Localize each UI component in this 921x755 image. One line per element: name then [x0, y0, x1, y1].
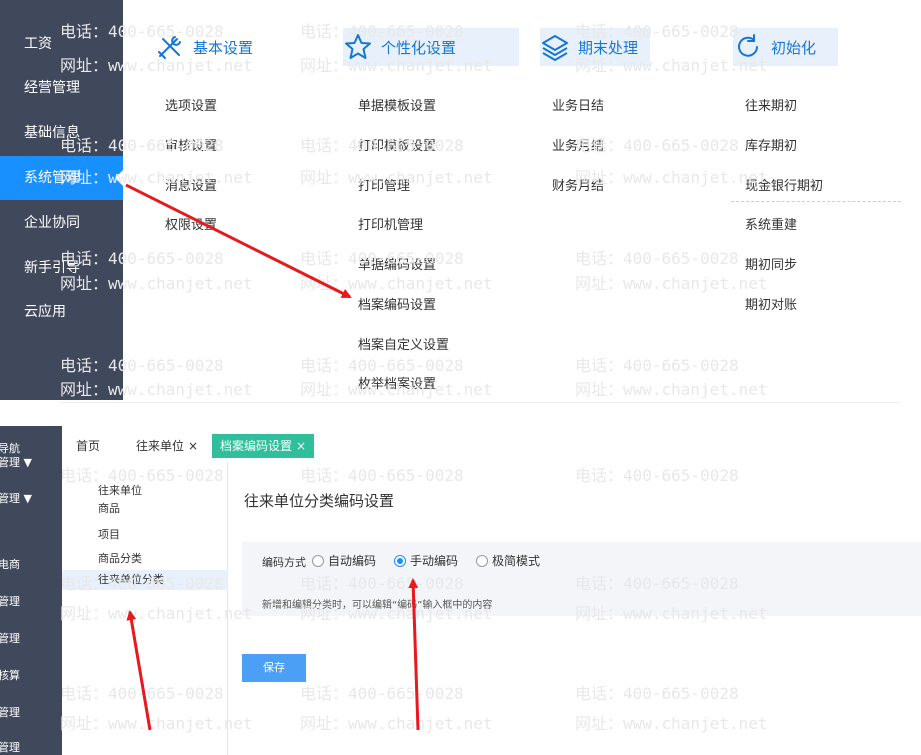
hint-text: 新增和编辑分类时，可以编辑“编码”输入框中的内容 [262, 600, 493, 611]
close-icon[interactable]: × [296, 439, 306, 453]
radio-label: 手动编码 [410, 554, 459, 568]
category-title: 基本设置 [193, 38, 254, 57]
nav-item-salary[interactable]: 工资 [0, 22, 123, 66]
close-icon[interactable]: × [188, 439, 198, 453]
encode-panel: 编码方式 自动编码 手动编码 极简模式 新增和编辑分类时，可以编辑“编码”输入框… [242, 542, 921, 616]
nav-item-beginner-guide[interactable]: 新手引导 [0, 246, 123, 290]
sidebar-item-manage-4[interactable]: 管理 [0, 630, 20, 646]
screenshot: 工资 经营管理 基础信息 系统管理 企业协同 新手引导 云应用 基本设置 个性化… [0, 0, 921, 755]
tab-label: 档案编码设置 [220, 439, 293, 453]
sidebar-item-manage-1[interactable]: 管理 ▼ [0, 454, 32, 470]
tree-item-contacts-category[interactable]: 往来单位分类 [62, 570, 228, 590]
nav-item-cloud-apps[interactable]: 云应用 [0, 290, 123, 334]
radio-icon-checked [394, 554, 406, 567]
radio-auto-encode[interactable]: 自动编码 [312, 552, 376, 569]
nav-item-operations[interactable]: 经营管理 [0, 66, 123, 110]
radio-icon [312, 554, 324, 567]
nav-item-collaboration[interactable]: 企业协同 [0, 201, 123, 245]
radio-label: 自动编码 [328, 554, 377, 568]
radio-label: 极简模式 [492, 554, 541, 568]
tools-icon [155, 32, 185, 62]
menu-system-rebuild[interactable]: 系统重建 [745, 214, 797, 233]
nav-item-basic-info[interactable]: 基础信息 [0, 111, 123, 155]
sidebar-item-manage-3[interactable]: 管理 [0, 593, 20, 609]
system-menu-panel: 工资 经营管理 基础信息 系统管理 企业协同 新手引导 云应用 基本设置 个性化… [0, 0, 921, 400]
tab-label: 往来单位 [136, 439, 185, 453]
category-personalization: 个性化设置 [343, 28, 519, 66]
page-title: 往来单位分类编码设置 [244, 492, 395, 510]
tab-archive-code-settings[interactable]: 档案编码设置 × [212, 434, 315, 458]
menu-doc-code-settings[interactable]: 单据编码设置 [358, 254, 436, 273]
menu-contacts-opening[interactable]: 往来期初 [745, 95, 797, 114]
menu-enum-archive-settings[interactable]: 枚举档案设置 [358, 373, 436, 392]
nav-item-system-management[interactable]: 系统管理 [0, 156, 123, 200]
menu-opening-sync[interactable]: 期初同步 [745, 254, 797, 273]
sidebar-item-manage-6[interactable]: 管理 [0, 739, 20, 755]
encode-mode-label: 编码方式 [262, 556, 306, 569]
category-initialization: 初始化 [733, 28, 838, 66]
tree-item-projects[interactable]: 项目 [98, 526, 120, 542]
tree-item-goods[interactable]: 商品 [98, 500, 120, 516]
divider [731, 201, 901, 202]
category-title: 期末处理 [578, 38, 639, 57]
category-title: 初始化 [771, 38, 817, 57]
save-button[interactable]: 保存 [242, 654, 306, 682]
menu-doc-template-settings[interactable]: 单据模板设置 [358, 95, 436, 114]
sidebar-item-manage-2[interactable]: 管理 ▼ [0, 490, 32, 506]
section-divider [0, 400, 921, 426]
sidebar-item-manage-5[interactable]: 管理 [0, 704, 20, 720]
menu-finance-monthly-close[interactable]: 财务月结 [552, 175, 604, 194]
sidebar-item-ecommerce[interactable]: 电商 [0, 556, 20, 572]
tab-label: 首页 [76, 439, 101, 453]
stack-icon [540, 32, 570, 62]
sidebar-item-accounting[interactable]: 核算 [0, 667, 20, 683]
refresh-icon [733, 32, 763, 62]
category-title: 个性化设置 [381, 38, 457, 57]
menu-printer-management[interactable]: 打印机管理 [358, 214, 423, 233]
archive-code-settings-window: 导航 管理 ▼ 管理 ▼ 电商 管理 管理 核算 管理 管理 首页 往来单位 × … [0, 426, 921, 755]
menu-print-template-settings[interactable]: 打印模板设置 [358, 135, 436, 154]
category-period-end: 期末处理 [540, 28, 650, 66]
menu-archive-custom-settings[interactable]: 档案自定义设置 [358, 334, 449, 353]
menu-option-settings[interactable]: 选项设置 [165, 95, 217, 114]
tree-item-contacts[interactable]: 往来单位 [98, 482, 142, 498]
menu-archive-code-settings[interactable]: 档案编码设置 [358, 294, 436, 313]
menu-permission-settings[interactable]: 权限设置 [165, 214, 217, 233]
category-basic-settings: 基本设置 [155, 28, 253, 66]
menu-opening-reconcile[interactable]: 期初对账 [745, 294, 797, 313]
secondary-sidebar: 导航 管理 ▼ 管理 ▼ 电商 管理 管理 核算 管理 管理 [0, 426, 62, 755]
archive-tree: 往来单位 商品 项目 商品分类 往来单位分类 [62, 462, 228, 755]
main-sidebar: 工资 经营管理 基础信息 系统管理 企业协同 新手引导 云应用 [0, 0, 123, 400]
tree-item-goods-category[interactable]: 商品分类 [98, 550, 142, 566]
tab-contacts[interactable]: 往来单位 × [136, 434, 198, 458]
star-icon [343, 32, 373, 62]
menu-print-management[interactable]: 打印管理 [358, 175, 410, 194]
menu-business-daily-close[interactable]: 业务日结 [552, 95, 604, 114]
menu-cash-bank-opening[interactable]: 现金银行期初 [745, 175, 823, 194]
menu-message-settings[interactable]: 消息设置 [165, 175, 217, 194]
radio-manual-encode[interactable]: 手动编码 [394, 552, 458, 569]
settings-content: 往来单位分类编码设置 编码方式 自动编码 手动编码 极简模式 新增和编辑分类时，… [228, 462, 921, 755]
menu-inventory-opening[interactable]: 库存期初 [745, 135, 797, 154]
tab-bar: 首页 往来单位 × 档案编码设置 × [62, 426, 921, 462]
tab-home[interactable]: 首页 [76, 434, 100, 458]
radio-icon [476, 554, 488, 567]
menu-business-monthly-close[interactable]: 业务月结 [552, 135, 604, 154]
radio-simple-mode[interactable]: 极简模式 [476, 552, 540, 569]
menu-review-settings[interactable]: 审核设置 [165, 135, 217, 154]
